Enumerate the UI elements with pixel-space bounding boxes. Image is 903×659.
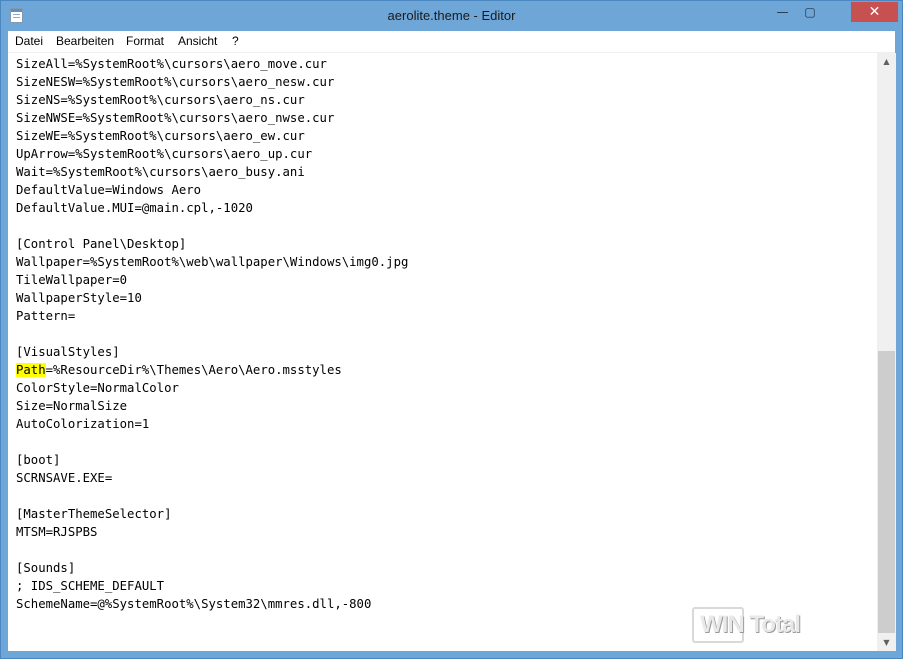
title-bar[interactable]: aerolite.theme - Editor — ▢ ✕ (1, 1, 902, 31)
vertical-scrollbar[interactable]: ▲ ▼ (877, 53, 896, 651)
menu-format[interactable]: Format (126, 34, 164, 48)
notepad-window: aerolite.theme - Editor — ▢ ✕ Datei Bear… (0, 0, 903, 659)
editor-content[interactable]: SizeAll=%SystemRoot%\cursors\aero_move.c… (16, 55, 408, 613)
menu-bearbeiten[interactable]: Bearbeiten (56, 34, 114, 48)
minimize-button[interactable]: — (769, 2, 796, 22)
wintotal-watermark: WIN Total (692, 605, 822, 647)
menu-help[interactable]: ? (232, 34, 239, 48)
text-lines-before: SizeAll=%SystemRoot%\cursors\aero_move.c… (16, 57, 409, 359)
path-line-rest: =%ResourceDir%\Themes\Aero\Aero.msstyles (45, 363, 342, 377)
close-button[interactable]: ✕ (851, 2, 898, 22)
window-title: aerolite.theme - Editor (387, 8, 516, 23)
scroll-down-arrow-icon[interactable]: ▼ (877, 634, 896, 651)
highlighted-path: Path (16, 363, 46, 377)
menu-bar: Datei Bearbeiten Format Ansicht ? (8, 31, 895, 53)
menu-ansicht[interactable]: Ansicht (178, 34, 217, 48)
text-editor[interactable]: SizeAll=%SystemRoot%\cursors\aero_move.c… (8, 53, 877, 651)
scrollbar-thumb[interactable] (878, 351, 895, 633)
watermark-logo-text: WIN Total (700, 611, 801, 638)
maximize-button[interactable]: ▢ (797, 2, 823, 22)
text-lines-after: ColorStyle=NormalColor Size=NormalSize A… (16, 381, 372, 611)
menu-datei[interactable]: Datei (15, 34, 43, 48)
scroll-up-arrow-icon[interactable]: ▲ (877, 53, 896, 70)
